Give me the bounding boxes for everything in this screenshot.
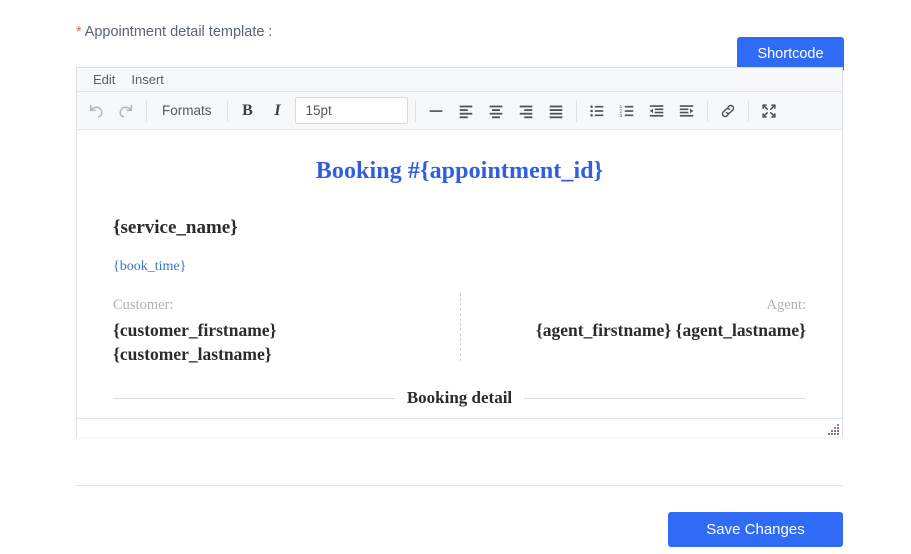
- required-marker: *: [76, 24, 82, 40]
- editor-toolbar: Formats B I 15pt 1 2 3: [77, 92, 842, 130]
- book-time-placeholder: {book_time}: [113, 259, 187, 274]
- undo-icon[interactable]: [81, 97, 111, 125]
- bold-label: B: [242, 101, 253, 119]
- column-divider: [459, 293, 461, 361]
- customer-column: Customer: {customer_firstname} {customer…: [103, 297, 460, 366]
- customer-lastname-placeholder: {customer_lastname}: [113, 344, 272, 365]
- bold-button[interactable]: B: [233, 97, 263, 125]
- toolbar-separator: [146, 99, 147, 122]
- align-left-icon[interactable]: [451, 97, 481, 125]
- fullscreen-icon[interactable]: [754, 97, 784, 125]
- toolbar-separator: [747, 99, 749, 122]
- agent-column: Agent: {agent_firstname} {agent_lastname…: [460, 297, 817, 366]
- italic-button[interactable]: I: [263, 97, 293, 125]
- document-title: Booking #{appointment_id}: [315, 158, 604, 184]
- redo-icon[interactable]: [111, 97, 141, 125]
- field-header-row: * Appointment detail template : Shortcode: [0, 18, 911, 72]
- legend-rule-right: [524, 397, 806, 399]
- customer-firstname-placeholder: {customer_firstname}: [113, 320, 277, 340]
- footer-divider: [76, 485, 843, 486]
- rich-text-editor[interactable]: Edit Insert Formats B I 15pt 1 2 3 Booki…: [76, 67, 843, 437]
- toolbar-separator: [706, 99, 708, 122]
- svg-text:3: 3: [619, 113, 622, 119]
- formats-button[interactable]: Formats: [152, 97, 222, 125]
- italic-label: I: [274, 101, 281, 119]
- menu-edit[interactable]: Edit: [85, 69, 123, 91]
- field-label-text: Appointment detail template :: [84, 24, 273, 40]
- bullet-list-icon[interactable]: [582, 97, 612, 125]
- outdent-icon[interactable]: [642, 97, 672, 125]
- editor-content-area[interactable]: Booking #{appointment_id} {service_name}…: [77, 130, 842, 418]
- field-label: * Appointment detail template :: [76, 24, 272, 40]
- customer-agent-columns: Customer: {customer_firstname} {customer…: [103, 293, 817, 366]
- service-name-placeholder: {service_name}: [113, 217, 238, 238]
- agent-name-placeholder: {agent_firstname} {agent_lastname}: [535, 320, 806, 340]
- align-right-icon[interactable]: [511, 97, 541, 125]
- agent-caption: Agent:: [766, 297, 806, 313]
- indent-icon[interactable]: [672, 97, 702, 125]
- booking-detail-section-header: Booking detail: [103, 388, 816, 408]
- legend-rule-left: [113, 397, 395, 399]
- align-justify-icon[interactable]: [541, 97, 571, 125]
- save-changes-button[interactable]: Save Changes: [668, 512, 843, 547]
- link-icon[interactable]: [713, 97, 743, 125]
- horizontal-rule-icon[interactable]: [421, 97, 451, 125]
- font-size-input[interactable]: [294, 97, 408, 124]
- editor-menubar: Edit Insert: [77, 68, 842, 92]
- toolbar-separator: [226, 99, 228, 122]
- numbered-list-icon[interactable]: 1 2 3: [612, 97, 642, 125]
- toolbar-separator: [414, 99, 416, 122]
- align-center-icon[interactable]: [481, 97, 511, 125]
- customer-caption: Customer:: [113, 297, 174, 313]
- menu-insert[interactable]: Insert: [123, 69, 172, 91]
- editor-statusbar: [77, 418, 842, 437]
- resize-grip-icon[interactable]: [827, 423, 839, 435]
- booking-detail-legend: Booking detail: [406, 388, 513, 408]
- toolbar-separator: [575, 99, 577, 122]
